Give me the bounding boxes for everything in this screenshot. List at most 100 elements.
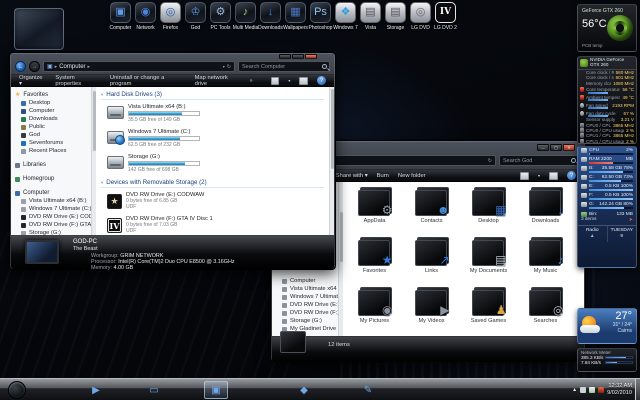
recycle-bin-icon[interactable] [14,8,64,50]
nav-item[interactable]: Windows 7 Ultimate (C:) [11,205,91,213]
dock-item[interactable]: ⚙ PC Tools [208,2,233,31]
minimize-button[interactable] [279,54,291,59]
taskbar-button[interactable]: ✎ [356,381,380,399]
nav-group-homegroup[interactable]: Homegroup [11,175,91,183]
section-header-hdd[interactable]: ▾ Hard Disk Drives (3) [101,89,324,100]
drive-item[interactable]: Vista Ultimate x64 (B:) 35.5 GB free of … [107,104,215,123]
nav-item[interactable]: Sevenforums [11,139,91,147]
views-icon[interactable] [270,76,280,85]
dock-item[interactable]: ▣ Computer [108,2,133,31]
nav-item[interactable]: Storage (G:) [272,317,338,325]
collapse-icon[interactable]: ▾ [101,92,103,98]
radio-cell[interactable]: Radio ▲ [578,226,607,242]
folder-item[interactable]: ↓ Downloads [517,184,574,234]
drive-item[interactable]: ★ DVD RW Drive (E:) CODWAW 0 bytes free … [107,192,215,210]
system-meter-gadget[interactable]: CPU 2% RAM 2200 MB B: 35.58 GB 78% C: 62… [577,146,637,268]
dock-item[interactable]: IV LG DVD 2 [433,2,458,31]
forward-button[interactable]: → [29,61,40,72]
dock-item[interactable]: ◎ LG DVD [408,2,433,31]
drive-item[interactable]: Storage (G:) 142 GB free of 698 GB [107,154,215,173]
nav-group-favorites[interactable]: ★ Favorites [11,90,91,99]
main-scrollbar[interactable] [329,87,334,235]
folder-item[interactable]: ♪ My Music [517,234,574,284]
breadcrumb[interactable]: ▣ ▸ Computer ▸ ▾ ↻ [43,61,235,72]
folder-item[interactable]: ★ Favorites [346,234,403,284]
back-button[interactable]: ← [15,61,26,72]
taskbar-button[interactable]: ▣ [204,381,228,399]
close-button[interactable] [305,54,317,59]
dock-item[interactable]: ▤ Storage [383,2,408,31]
folder-item[interactable]: ◎ Searches [517,284,574,334]
dock-item[interactable]: ❖ Windows 7 [333,2,358,31]
breadcrumb-segment[interactable]: Computer [59,64,85,70]
collapse-icon[interactable]: ▾ [101,180,103,186]
network-meter-gadget[interactable]: Network Meter 385.3 KB/s 7.84 KB/s [577,348,637,372]
nav-item[interactable]: Recent Places [11,147,91,155]
dock-item[interactable]: ↓ Downloads [258,2,283,31]
drive-item[interactable]: IV DVD RW Drive (F:) GTA IV Disc 1 0 byt… [107,216,215,234]
show-desktop-button[interactable] [635,379,640,400]
folder-item[interactable]: ☻ Contacts [403,184,460,234]
taskbar-button[interactable]: ▶ [84,381,108,399]
weather-gadget[interactable]: 27° 31° / 24° Cairns [577,308,637,344]
nav-item[interactable]: DVD RW Drive (E:) CODWA [272,301,338,309]
refresh-icon[interactable]: ↻ [488,158,492,164]
views-dropdown-icon[interactable]: ▾ [288,78,290,83]
nav-item[interactable]: Vista Ultimate x64 (B:) [272,285,338,293]
dock-item[interactable]: ♔ God [183,2,208,31]
search-input[interactable] [242,62,326,71]
close-button[interactable]: ✕ [563,144,575,151]
folder-item[interactable]: ▤ My Documents [460,234,517,284]
toolbar-button[interactable]: Uninstall or change a program [110,75,186,87]
folder-item[interactable]: ▦ Desktop [460,184,517,234]
nav-group-computer[interactable]: Computer [11,189,91,197]
taskbar-button[interactable]: ◆ [292,381,316,399]
start-button[interactable] [8,381,26,399]
folder-item[interactable]: ⚙ AppData [346,184,403,234]
dock-item[interactable]: ▦ Wallpapers [283,2,308,31]
toolbar-button[interactable]: New folder [398,173,426,179]
nav-item[interactable]: Computer [11,107,91,115]
help-icon[interactable]: ? [567,171,576,180]
folder-item[interactable]: ▶ My Videos [403,284,460,334]
gpu-temp-gadget[interactable]: GeForce GTX 260 56°C PCB temp [577,4,637,52]
section-header-removable[interactable]: ▾ Devices with Removable Storage (2) [101,177,324,188]
hidden-icons-arrow[interactable]: ▲ [572,387,577,393]
toolbar-button[interactable]: Organize ▾ [19,75,46,87]
dock-item[interactable]: Ps Photoshop [308,2,333,31]
help-icon[interactable]: ? [317,76,327,85]
folder-item[interactable]: ◉ My Pictures [346,284,403,334]
nav-item[interactable]: DVD RW Drive (F:) GTA IV [11,221,91,229]
nav-item[interactable]: God [11,131,91,139]
date-cell[interactable]: TUESDAY 9 [606,226,637,242]
toolbar-overflow-icon[interactable]: » [250,78,253,84]
preview-pane-icon[interactable] [549,171,558,180]
dock-item[interactable]: ♪ Multi Media [233,2,258,31]
preview-pane-icon[interactable] [299,76,309,85]
nav-item[interactable]: Computer [272,277,338,285]
dock-item[interactable]: ◉ Network [133,2,158,31]
toolbar-button[interactable]: System properties [55,75,101,87]
nav-item[interactable]: Desktop [11,99,91,107]
explorer-window-computer[interactable]: ← → ▣ ▸ Computer ▸ ▾ ↻ Organize ▾ System… [9,52,336,271]
nav-item[interactable]: DVD RW Drive (E:) CODW [11,213,91,221]
maximize-button[interactable] [292,54,304,59]
antivirus-icon[interactable] [598,387,605,393]
nav-scrollbar[interactable] [338,182,343,336]
views-dropdown-icon[interactable]: ▾ [538,173,540,178]
dock-item[interactable]: ▤ Vista [358,2,383,31]
address-dropdown-icon[interactable]: ▾ [223,64,225,69]
maximize-button[interactable]: ▢ [550,144,562,151]
search-box[interactable] [499,155,579,166]
minimize-button[interactable]: — [537,144,549,151]
toolbar-button[interactable]: Burn [377,173,389,179]
toolbar-button[interactable]: Map network drive [195,75,241,87]
tray-clock[interactable]: 12:32 AM 9/02/2010 [607,383,632,398]
dock-item[interactable]: ◎ Firefox [158,2,183,31]
taskbar-button[interactable]: ▭ [142,381,166,399]
search-input[interactable] [503,156,575,165]
volume-icon[interactable] [589,387,596,393]
gpu-monitor-gadget[interactable]: NVIDIA GeForce GTX 260 Core clock / ROP … [577,56,637,144]
nav-item[interactable]: Windows 7 Ultimate (C:) [272,293,338,301]
folder-item[interactable]: ♟ Saved Games [460,284,517,334]
